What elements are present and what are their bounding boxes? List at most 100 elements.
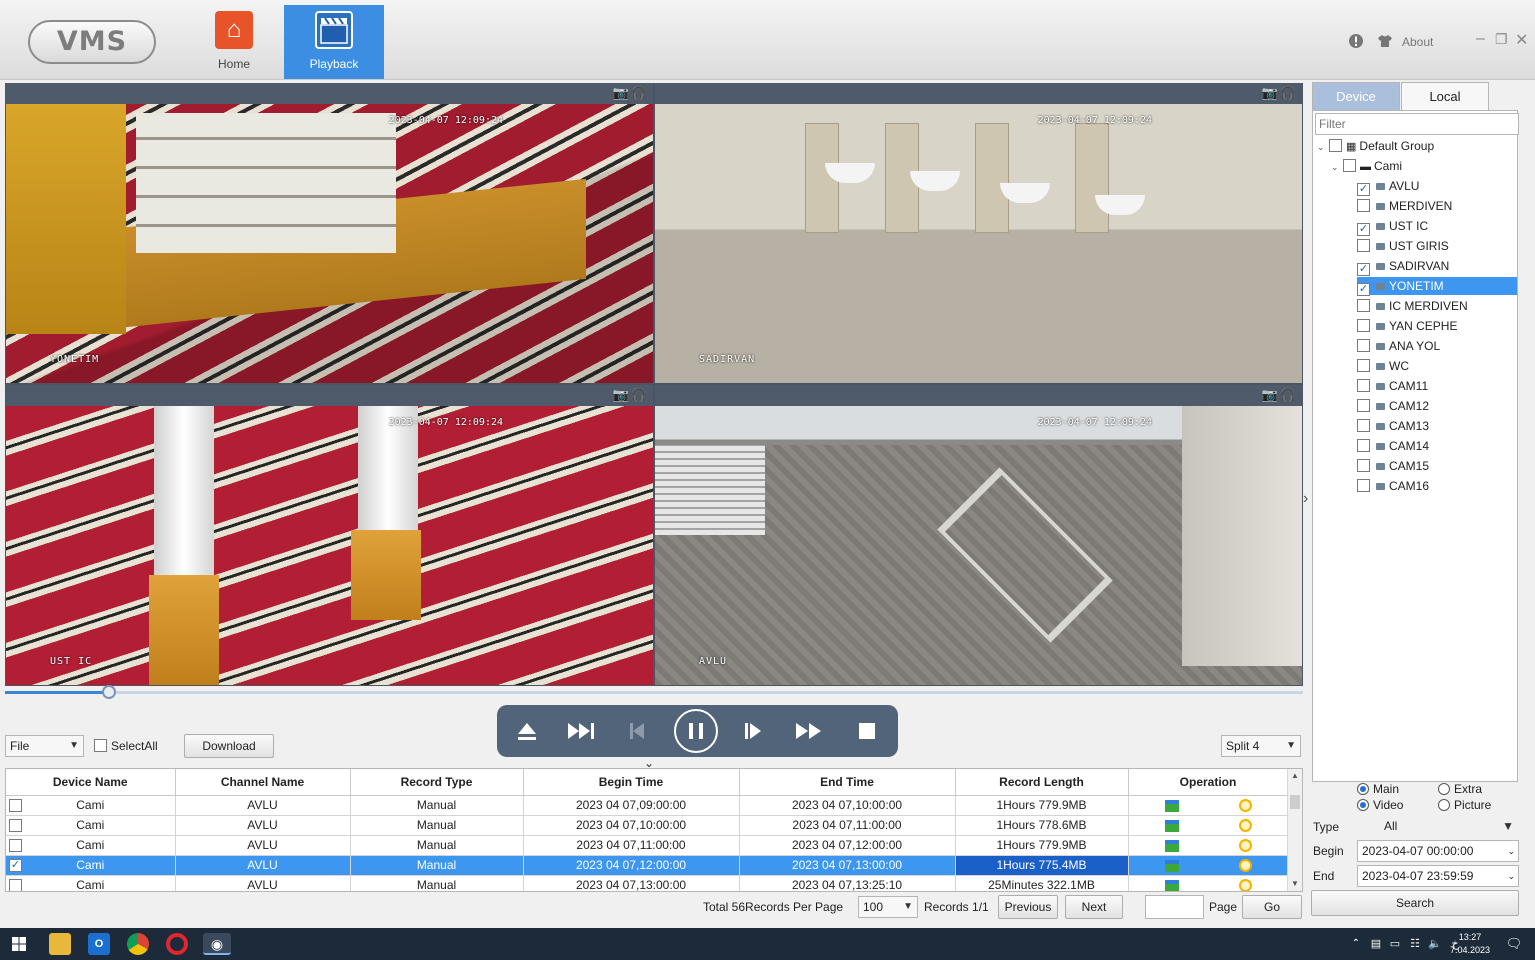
radio-dot[interactable] <box>1438 783 1450 795</box>
media-video-radio[interactable]: Video <box>1357 798 1403 812</box>
split-layout-select[interactable]: Split 4 ▼ <box>1221 735 1301 757</box>
expand-chevron-icon[interactable]: ⌄ <box>1317 138 1329 156</box>
snapshot-icon[interactable]: 📷 <box>613 387 629 403</box>
checkbox-box[interactable] <box>1357 399 1370 412</box>
tree-node-channel[interactable]: ✓ AVLU <box>1357 177 1517 196</box>
media-picture-radio[interactable]: Picture <box>1438 798 1491 812</box>
stop-icon[interactable] <box>850 714 884 748</box>
tree-node-channel[interactable]: MERDIVEN <box>1357 197 1517 215</box>
headphones-icon[interactable]: 🎧 <box>1280 387 1296 403</box>
tree-node-channel[interactable]: WC <box>1357 357 1517 375</box>
stream-main-radio[interactable]: Main <box>1357 782 1399 796</box>
tree-node-channel[interactable]: UST GIRIS <box>1357 237 1517 255</box>
stream-extra-radio[interactable]: Extra <box>1438 782 1482 796</box>
checkbox-box[interactable] <box>1357 199 1370 212</box>
fast-forward-icon[interactable] <box>793 714 827 748</box>
shirt-icon[interactable] <box>1377 33 1393 52</box>
tree-node-channel[interactable]: ✓ YONETIM <box>1357 277 1517 296</box>
radio-dot[interactable] <box>1438 799 1450 811</box>
checkbox-box[interactable] <box>1357 339 1370 352</box>
table-row[interactable]: Cami AVLU Manual 2023 04 07,10:00:00 2023 04… <box>6 815 1289 836</box>
chevron-down-icon[interactable]: ⌄ <box>1507 841 1515 861</box>
download-record-icon[interactable] <box>1164 879 1179 891</box>
tree-node-channel[interactable]: CAM12 <box>1357 397 1517 415</box>
eject-icon[interactable] <box>510 714 544 748</box>
checkbox-box[interactable] <box>1357 379 1370 392</box>
taskbar-clock[interactable]: 13:27 7.04.2023 <box>1450 931 1490 957</box>
nav-playback-button[interactable]: Playback <box>284 5 384 79</box>
tree-node-channel[interactable]: ✓ UST IC <box>1357 217 1517 236</box>
tree-node-channel[interactable]: YAN CEPHE <box>1357 317 1517 335</box>
outlook-icon[interactable]: O <box>88 933 110 955</box>
checkbox-box[interactable] <box>1357 439 1370 452</box>
download-record-icon[interactable] <box>1164 839 1179 852</box>
go-button[interactable]: Go <box>1242 895 1302 919</box>
tree-node-channel[interactable]: CAM13 <box>1357 417 1517 435</box>
snapshot-icon[interactable]: 📷 <box>613 85 629 101</box>
file-explorer-icon[interactable] <box>49 933 71 955</box>
column-header-record-type[interactable]: Record Type <box>350 769 524 796</box>
scroll-down-icon[interactable]: ▼ <box>1291 879 1299 888</box>
tree-node-channel[interactable]: ✓ SADIRVAN <box>1357 257 1517 276</box>
snapshot-icon[interactable]: 📷 <box>1262 387 1278 403</box>
checkbox-box[interactable] <box>1357 359 1370 372</box>
about-link[interactable]: About <box>1402 35 1433 49</box>
row-checkbox[interactable] <box>9 818 22 832</box>
next-frame-skip-icon[interactable] <box>565 714 599 748</box>
tree-node-device[interactable]: ⌄ ▬ Cami <box>1331 157 1402 175</box>
table-row[interactable]: Cami AVLU Manual 2023 04 07,09:00:00 2023 04… <box>6 795 1289 816</box>
video-cell-2[interactable]: 📷 🎧 2023-04-07 12:09:24 SADIRVAN <box>655 83 1302 383</box>
column-header-record-length[interactable]: Record Length <box>955 769 1129 796</box>
checkbox-box[interactable] <box>1357 239 1370 252</box>
video-cell-4[interactable]: 📷 🎧 2023-04-07 12:09:24 AVLU <box>655 385 1302 685</box>
checkbox-box[interactable] <box>1329 139 1342 152</box>
per-page-select[interactable]: 100 ▼ <box>858 896 918 918</box>
column-header-device-name[interactable]: Device Name <box>6 769 176 796</box>
row-checkbox[interactable] <box>9 838 22 852</box>
tree-node-channel[interactable]: CAM11 <box>1357 377 1517 395</box>
pause-button[interactable] <box>674 709 718 753</box>
radio-dot[interactable] <box>1357 783 1369 795</box>
video-cell-3[interactable]: 📷 🎧 2023-04-07 12:09:24 UST IC <box>6 385 653 685</box>
checkbox-box[interactable] <box>1343 159 1356 172</box>
table-row[interactable]: Cami AVLU Manual 2023 04 07,11:00:00 2023 04… <box>6 835 1289 856</box>
row-checkbox[interactable] <box>9 798 22 812</box>
windows-start-icon[interactable] <box>8 933 30 955</box>
tab-device[interactable]: Device <box>1312 82 1400 110</box>
end-datetime-picker[interactable]: 2023-04-07 23:59:59 ⌄ <box>1357 865 1519 887</box>
filter-input[interactable] <box>1315 113 1519 135</box>
row-checkbox[interactable] <box>9 878 22 891</box>
tree-node-channel[interactable]: ANA YOL <box>1357 337 1517 355</box>
column-header-end-time[interactable]: End Time <box>739 769 956 796</box>
checkbox-box[interactable]: ✓ <box>1357 223 1370 236</box>
nav-home-button[interactable]: ⌂ Home <box>184 5 284 79</box>
checkbox-box[interactable]: ✓ <box>1357 263 1370 276</box>
table-row[interactable]: Cami AVLU Manual 2023 04 07,13:00:00 2023 04… <box>6 875 1289 891</box>
step-back-icon[interactable] <box>622 714 656 748</box>
download-record-icon[interactable] <box>1164 859 1179 872</box>
download-button[interactable]: Download <box>184 734 274 758</box>
expand-chevron-icon[interactable]: ⌄ <box>1331 158 1343 176</box>
download-record-icon[interactable] <box>1164 799 1179 812</box>
restore-icon[interactable]: ❐ <box>1495 31 1508 48</box>
tray-chevron-up-icon[interactable]: ⌃ <box>1345 933 1367 955</box>
column-header-channel-name[interactable]: Channel Name <box>175 769 351 796</box>
table-row[interactable]: ✓ Cami AVLU Manual 2023 04 07,12:00:00 2023 0… <box>6 855 1289 876</box>
clock-play-icon[interactable] <box>1238 819 1252 833</box>
snapshot-icon[interactable]: 📷 <box>1262 85 1278 101</box>
tree-node-channel[interactable]: CAM14 <box>1357 437 1517 455</box>
panel-toggle-chevron-icon[interactable]: › <box>1303 490 1308 508</box>
opera-icon[interactable] <box>166 933 188 955</box>
playback-progress-handle[interactable] <box>101 685 116 699</box>
chrome-icon[interactable] <box>127 933 149 955</box>
tree-node-default-group[interactable]: ⌄ ▦ Default Group <box>1317 137 1434 155</box>
tray-network-icon[interactable]: ☷ <box>1404 933 1426 955</box>
tree-node-channel[interactable]: CAM16 <box>1357 477 1517 495</box>
tray-battery-icon[interactable]: ▭ <box>1384 933 1406 955</box>
clock-play-icon[interactable] <box>1238 799 1252 813</box>
selectall-checkbox[interactable]: SelectAll <box>94 739 158 753</box>
clock-play-icon[interactable] <box>1238 879 1252 891</box>
search-button[interactable]: Search <box>1311 890 1519 916</box>
step-forward-icon[interactable] <box>737 714 771 748</box>
tray-volume-icon[interactable]: 🔈 <box>1424 933 1446 955</box>
